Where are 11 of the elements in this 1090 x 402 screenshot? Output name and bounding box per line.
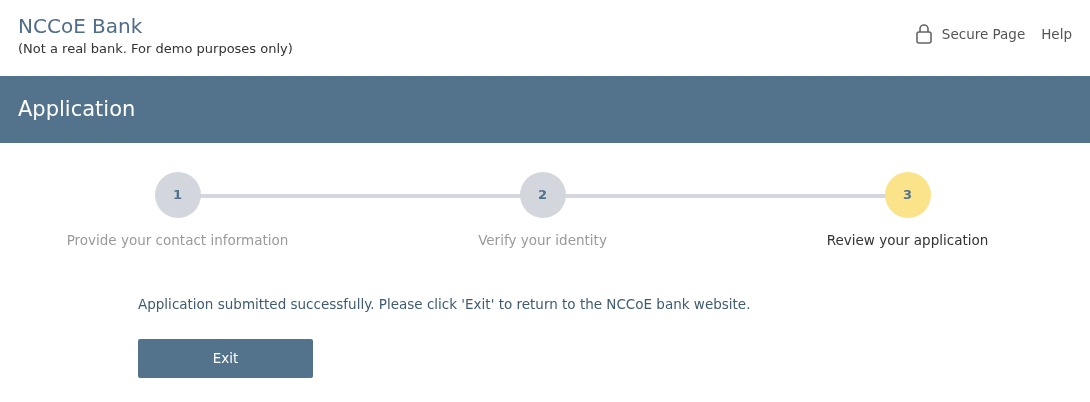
step-label: Verify your identity	[478, 231, 607, 250]
lock-icon	[915, 24, 932, 45]
exit-button[interactable]: Exit	[138, 338, 313, 378]
site-title: NCCoE Bank	[18, 13, 144, 40]
secure-page-link[interactable]: Secure Page	[941, 24, 1026, 45]
success-message: Application submitted successfully. Please click 'Exit' to return to the NCCoE bank website.	[138, 295, 752, 315]
banner-title: Application	[18, 95, 136, 123]
help-link[interactable]: Help	[1041, 24, 1072, 45]
site-subtitle: (Not a real bank. For demo purposes only)	[18, 40, 293, 58]
step-label: Review your application	[826, 231, 989, 250]
step-label: Provide your contact information	[66, 231, 289, 250]
